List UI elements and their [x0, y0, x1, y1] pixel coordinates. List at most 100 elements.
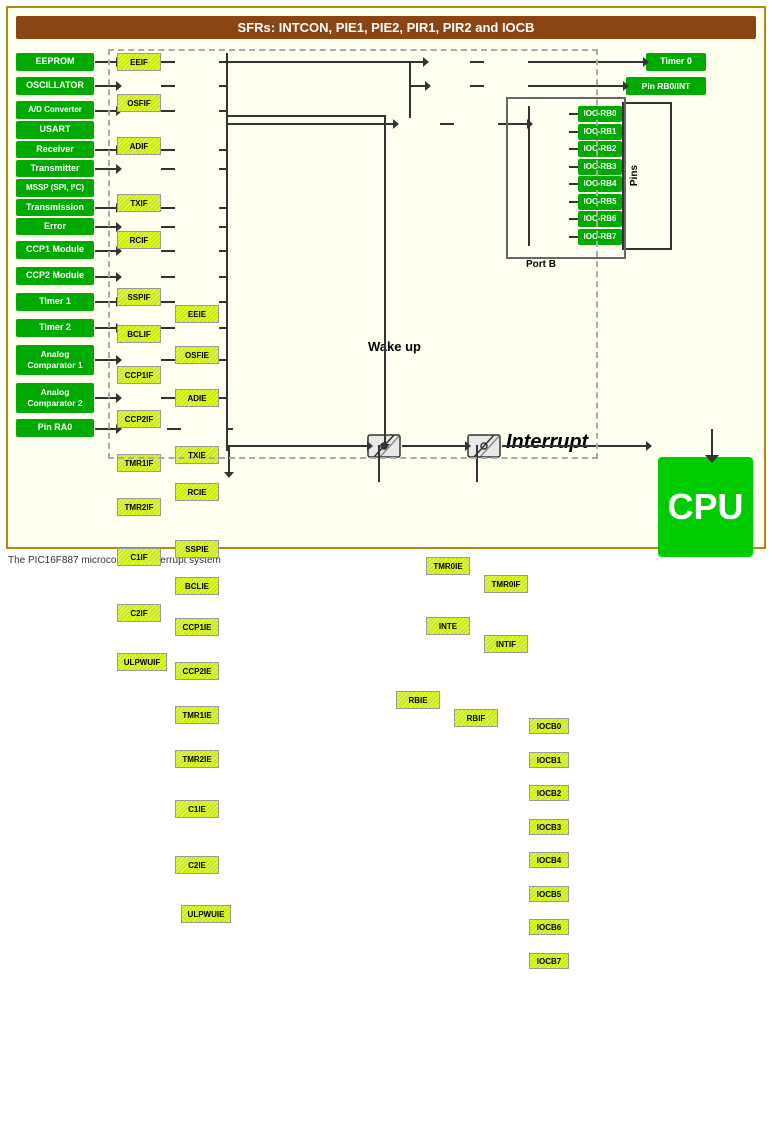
line-tmr1: [95, 301, 117, 303]
iocb6: IOCB6: [529, 919, 569, 935]
flag-sspif: SSPIF: [117, 288, 161, 306]
timer0-label: Timer 0: [646, 53, 706, 71]
flag-inte: INTE: [426, 617, 470, 635]
line-c1if-ie: [161, 359, 175, 361]
pins-label: Pins: [629, 165, 640, 186]
peripheral-comp1: AnalogComparator 1: [16, 345, 94, 375]
flag-ulpwuif: ULPWUIF: [117, 653, 167, 671]
flag-bclie: BCLIE: [175, 577, 219, 595]
line-osfif-ie: [161, 85, 175, 87]
line-tmr2if-ie: [161, 327, 175, 329]
line-c2: [95, 397, 117, 399]
line-tmr0ie-if: [470, 61, 484, 63]
line-rbie-rbif: [440, 123, 454, 125]
portb-label: Port B: [526, 259, 556, 270]
bus-c2ie: [219, 397, 226, 399]
flag-osfif: OSFIF: [117, 94, 161, 112]
bus-line-v: [226, 53, 228, 451]
vline-gie-up: [476, 445, 478, 464]
peripheral-mssp-err: Error: [16, 218, 94, 235]
line-inte-intif: [470, 85, 484, 87]
hline-to-gate1: [228, 445, 368, 447]
bus-adie: [219, 110, 226, 112]
line-tmr2: [95, 327, 117, 329]
iocb3: IOCB3: [529, 819, 569, 835]
flag-tmr0if: TMR0IF: [484, 575, 528, 593]
flag-sspie: SSPIE: [175, 540, 219, 558]
line-c2if-ie: [161, 397, 175, 399]
flag-c2ie: C2IE: [175, 856, 219, 874]
flag-ulpwuie: ULPWUIE: [181, 905, 231, 923]
bus-rcie: [219, 168, 226, 170]
flag-tmr1ie: TMR1IE: [175, 706, 219, 724]
line-bcl: [95, 226, 117, 228]
peripheral-timer1: Timer 1: [16, 293, 94, 311]
flag-tmr1if: TMR1IF: [117, 454, 161, 472]
line-ccp1: [95, 250, 117, 252]
iocb4: IOCB4: [529, 852, 569, 868]
bus-tmr1ie: [219, 301, 226, 303]
line-rcif-ie: [161, 168, 175, 170]
peripheral-timer2: Timer 2: [16, 319, 94, 337]
bus-ulpwuie: [226, 428, 233, 430]
hline-gate1-gate2: [402, 445, 466, 447]
outer-container: SFRs: INTCON, PIE1, PIE2, PIR1, PIR2 and…: [0, 0, 772, 570]
hline-bus-to-rbie: [228, 123, 394, 125]
flag-osfie: OSFIE: [175, 346, 219, 364]
line-ulpwu: [95, 428, 117, 430]
pinrb0-label: Pin RB0/INT: [626, 77, 706, 95]
bus-bclie: [219, 226, 226, 228]
line-ccp1if-ie: [161, 250, 175, 252]
line-eeprom: [95, 61, 117, 63]
bus-sspie: [219, 207, 226, 209]
line-to-timer0: [528, 61, 644, 63]
vline-peie-up: [378, 445, 380, 464]
line-ccp2if-ie: [161, 276, 175, 278]
bus-ccp2ie: [219, 276, 226, 278]
hline-bus-to-tmr0: [228, 61, 424, 63]
flag-adie: ADIE: [175, 389, 219, 407]
cpu-text: CPU: [667, 486, 743, 528]
flag-rcif: RCIF: [117, 231, 161, 249]
wakeup-text: Wake up: [368, 339, 421, 354]
flag-c2if: C2IF: [117, 604, 161, 622]
line-tmr1if-ie: [161, 301, 175, 303]
peripheral-eeprom: EEPROM: [16, 53, 94, 71]
peripheral-ccp2: CCP2 Module: [16, 267, 94, 285]
iocb1: IOCB1: [529, 752, 569, 768]
bus-tmr2ie: [219, 327, 226, 329]
cpu-box: CPU: [658, 457, 753, 557]
vline-to-cpu: [711, 429, 713, 457]
line-c1: [95, 359, 117, 361]
flag-txie: TXIE: [175, 446, 219, 464]
line-txif-ie: [161, 149, 175, 151]
peripheral-mssp-tx: Transmission: [16, 199, 94, 216]
diagram-inner: EEPROM OSCILLATOR A/D Converter USART Re…: [16, 49, 764, 539]
line-eeif-ie: [161, 61, 175, 63]
line-adc: [95, 110, 117, 112]
portb-border: [506, 97, 626, 259]
peripheral-comp2: AnalogComparator 2: [16, 383, 94, 413]
bus-osfie: [219, 85, 226, 87]
flag-c1ie: C1IE: [175, 800, 219, 818]
flag-tmr0ie: TMR0IE: [426, 557, 470, 575]
line-sspif-ie: [161, 207, 175, 209]
bus-ccp1ie: [219, 250, 226, 252]
iocb7: IOCB7: [529, 953, 569, 969]
vline-wakeup-down: [384, 374, 386, 445]
hline-to-cpu: [502, 445, 647, 447]
peripheral-mssp: MSSP (SPI, I²C): [16, 179, 94, 197]
diagram-box: SFRs: INTCON, PIE1, PIE2, PIR1, PIR2 and…: [6, 6, 766, 549]
gate2: [466, 431, 502, 461]
pins-label-container: Pins: [628, 106, 640, 246]
flag-ccp2ie: CCP2IE: [175, 662, 219, 680]
bus-txie: [219, 149, 226, 151]
line-bclif-ie: [161, 226, 175, 228]
bus-eeie: [219, 61, 226, 63]
flag-intif: INTIF: [484, 635, 528, 653]
line-tx: [95, 149, 117, 151]
peripheral-adc: A/D Converter: [16, 101, 94, 119]
iocb5: IOCB5: [529, 886, 569, 902]
flag-tmr2ie: TMR2IE: [175, 750, 219, 768]
vline-top-collect: [409, 61, 411, 118]
